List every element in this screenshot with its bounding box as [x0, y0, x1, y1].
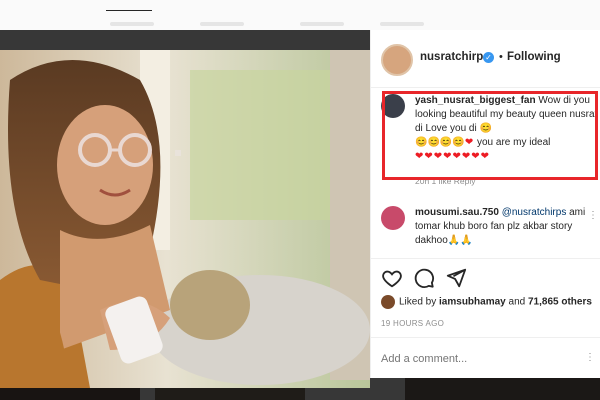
- tab-igtv[interactable]: [300, 22, 344, 26]
- likes-others[interactable]: others: [561, 297, 592, 308]
- post-photo[interactable]: [0, 50, 370, 388]
- post-more-icon[interactable]: ⋮: [585, 352, 595, 363]
- post-timestamp: 19 HOURS AGO: [381, 319, 445, 328]
- tab-posts[interactable]: [110, 22, 154, 26]
- post-photo-illustration: [0, 50, 370, 388]
- post-side-panel: nusratchirps ✓ • Following yash_nusrat_b…: [370, 30, 600, 378]
- likes-count[interactable]: 71,865: [528, 297, 559, 308]
- liker-username[interactable]: iamsubhamay: [439, 297, 506, 308]
- tab-reels[interactable]: [200, 22, 244, 26]
- likes-prefix: Liked by: [399, 296, 437, 308]
- author-username[interactable]: nusratchirps: [420, 51, 490, 63]
- comment-body: mousumi.sau.750 @nusratchirps ami tomar …: [415, 206, 599, 248]
- profile-tab-bar: [0, 0, 600, 30]
- separator-dot: •: [499, 51, 503, 63]
- post-header: nusratchirps ✓ • Following: [371, 30, 600, 88]
- author-avatar[interactable]: [381, 44, 413, 76]
- commenter-avatar[interactable]: [381, 206, 405, 230]
- speech-bubble-icon[interactable]: [413, 267, 435, 289]
- liker-avatar: [381, 295, 395, 309]
- comment-item: mousumi.sau.750 @nusratchirps ami tomar …: [381, 206, 596, 256]
- highlight-box: [382, 91, 598, 180]
- paper-plane-icon[interactable]: [445, 267, 467, 289]
- pray-emoji: 🙏🙏: [447, 235, 473, 246]
- post-actions: Liked by iamsubhamay and 71,865 others 1…: [371, 258, 600, 378]
- comment-mention[interactable]: @nusratchirps: [502, 207, 567, 218]
- likes-summary: Liked by iamsubhamay and 71,865 others: [381, 295, 592, 309]
- active-tab-indicator: [106, 10, 152, 11]
- more-options-icon[interactable]: ⋮: [588, 210, 598, 221]
- heart-outline-icon[interactable]: [381, 267, 403, 289]
- likes-and: and: [508, 296, 526, 308]
- comment-username[interactable]: mousumi.sau.750: [415, 207, 499, 218]
- following-button[interactable]: Following: [507, 51, 561, 63]
- add-comment-bar: ⋮: [371, 337, 600, 379]
- verified-badge-icon: ✓: [483, 52, 494, 63]
- add-comment-input[interactable]: [381, 353, 561, 365]
- post-modal: nusratchirps ✓ • Following yash_nusrat_b…: [0, 30, 600, 388]
- tab-tagged[interactable]: [380, 22, 424, 26]
